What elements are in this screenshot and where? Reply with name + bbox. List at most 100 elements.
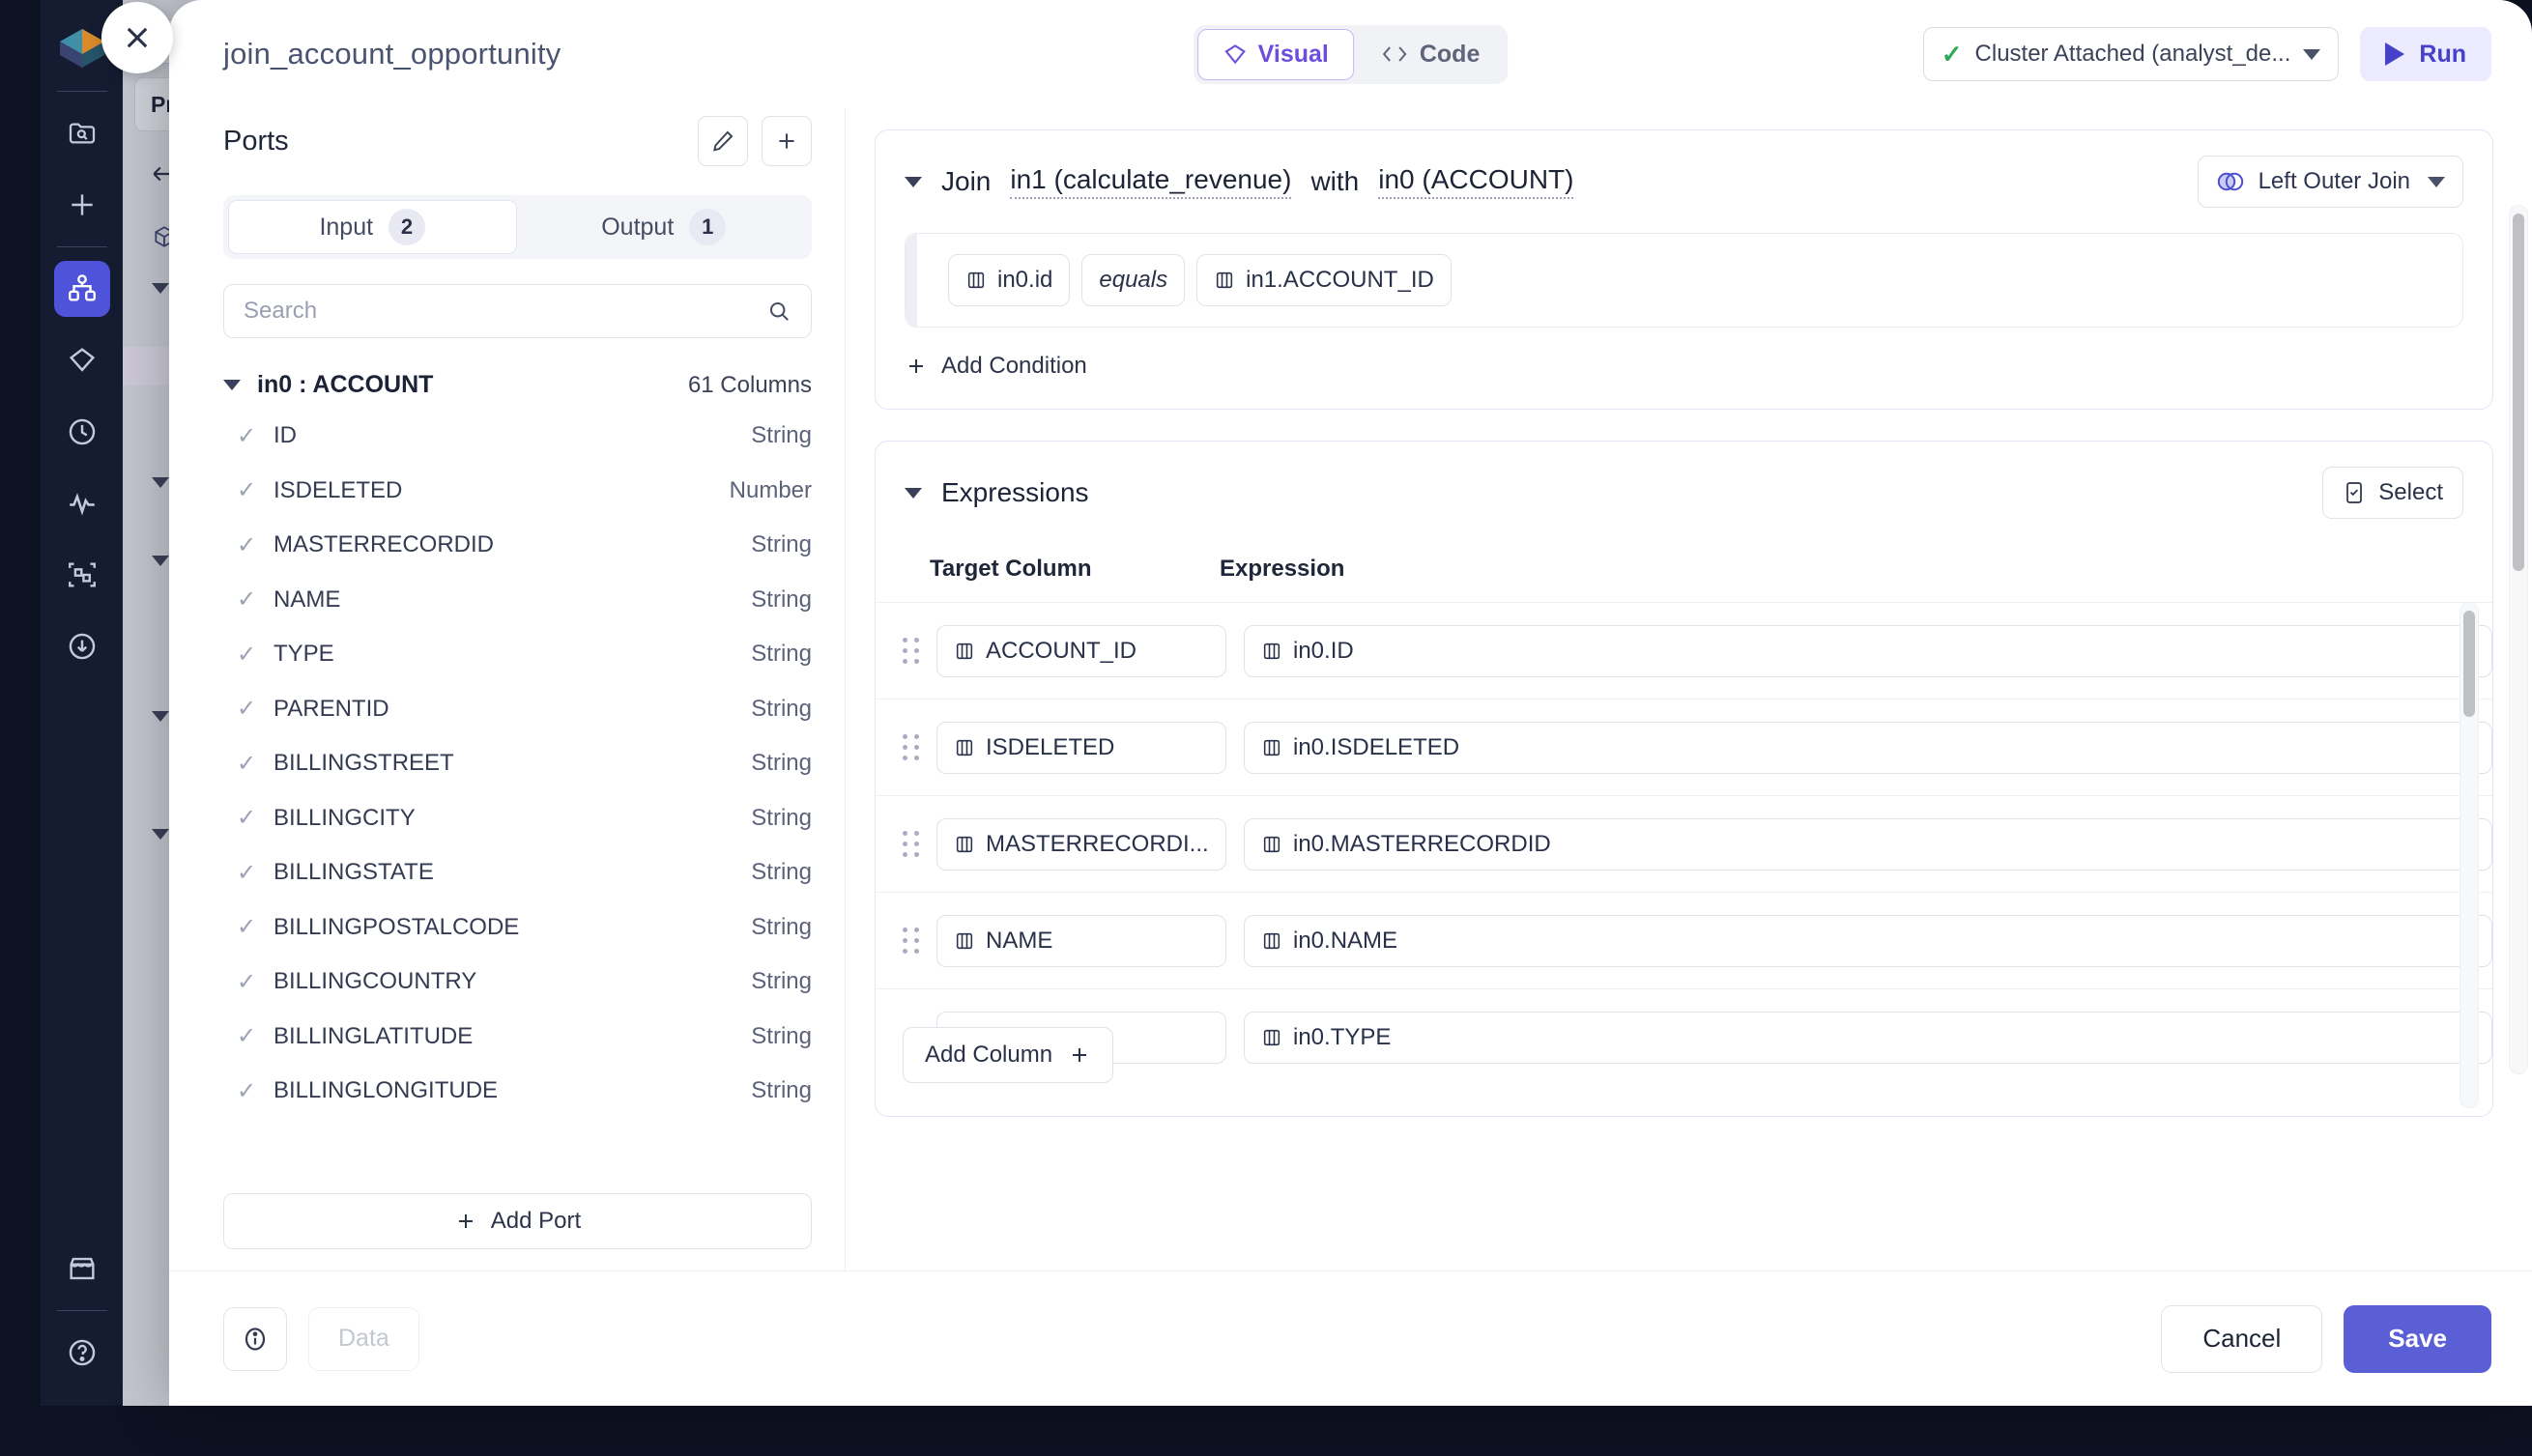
target-field-chip[interactable]: NAME xyxy=(936,914,1226,967)
column-type: String xyxy=(751,968,812,995)
pencil-icon[interactable] xyxy=(698,116,748,166)
plus-icon[interactable] xyxy=(54,177,110,233)
check-icon: ✓ xyxy=(237,641,257,668)
chevron-down-icon xyxy=(152,829,169,840)
condition-left-field[interactable]: in0.id xyxy=(948,254,1071,306)
expressions-scrollbar-thumb[interactable] xyxy=(2463,611,2475,717)
gem-editor-modal: join_account_opportunity Visual Code ✓ C… xyxy=(169,0,2532,1406)
table-row[interactable]: ✓ MASTERRECORDID String xyxy=(223,518,812,573)
pipeline-icon[interactable] xyxy=(53,261,110,317)
column-icon xyxy=(1261,834,1282,855)
port-group-count: 61 Columns xyxy=(687,371,812,398)
table-row[interactable]: NAME in0.NAME xyxy=(876,892,2492,988)
add-port-button[interactable]: Add Port xyxy=(223,1193,812,1249)
run-label: Run xyxy=(2419,40,2466,68)
info-icon[interactable] xyxy=(223,1306,287,1371)
target-field-chip[interactable]: MASTERRECORDI... xyxy=(936,817,1226,871)
select-button[interactable]: Select xyxy=(2322,467,2463,519)
table-row[interactable]: ACCOUNT_ID in0.ID xyxy=(876,602,2492,699)
download-icon[interactable] xyxy=(54,618,110,674)
drag-handle-icon[interactable] xyxy=(903,638,919,664)
chevron-down-icon xyxy=(152,556,169,566)
expression-field-chip[interactable]: in0.MASTERRECORDID xyxy=(1244,817,2492,871)
clock-icon[interactable] xyxy=(54,404,110,460)
canvas-scrollbar-thumb[interactable] xyxy=(2513,214,2524,571)
table-row[interactable]: MASTERRECORDI... in0.MASTERRECORDID xyxy=(876,795,2492,892)
expression-field-label: in0.MASTERRECORDID xyxy=(1293,830,1551,857)
expression-field-chip[interactable]: in0.ISDELETED xyxy=(1244,721,2492,774)
expressions-column-headers: Target Column Expression xyxy=(876,519,2492,583)
chevron-down-icon[interactable] xyxy=(905,487,922,499)
add-condition-button[interactable]: Add Condition xyxy=(905,353,2463,380)
tab-code[interactable]: Code xyxy=(1356,29,1505,80)
target-field-chip[interactable]: ACCOUNT_ID xyxy=(936,624,1226,677)
save-button[interactable]: Save xyxy=(2344,1304,2491,1373)
data-button[interactable]: Data xyxy=(308,1306,419,1371)
drag-handle-icon[interactable] xyxy=(903,831,919,857)
search-input[interactable] xyxy=(244,298,757,325)
table-row[interactable]: ✓ BILLINGLONGITUDE String xyxy=(223,1064,812,1119)
table-row[interactable]: ✓ ID String xyxy=(223,409,812,464)
cluster-selector[interactable]: ✓ Cluster Attached (analyst_de... xyxy=(1922,27,2340,81)
modal-footer: Data Cancel Save xyxy=(169,1270,2532,1406)
join-left-ref[interactable]: in1 (calculate_revenue) xyxy=(1010,164,1292,199)
condition-operator[interactable]: equals xyxy=(1081,254,1186,306)
expression-field-chip[interactable]: in0.NAME xyxy=(1244,914,2492,967)
plus-icon[interactable] xyxy=(762,116,812,166)
tab-output-count: 1 xyxy=(689,209,727,245)
table-row[interactable]: ✓ BILLINGSTREET String xyxy=(223,736,812,791)
expressions-scrollbar[interactable] xyxy=(2460,602,2479,1108)
store-icon[interactable] xyxy=(54,1241,110,1297)
table-row[interactable]: ✓ BILLINGCITY String xyxy=(223,791,812,846)
column-type: Number xyxy=(729,476,812,503)
drag-handle-icon[interactable] xyxy=(903,734,919,760)
condition-chips: in0.id equals in1.ACCOUNT_ID xyxy=(906,254,1452,306)
column-type: String xyxy=(751,641,812,668)
table-row[interactable]: ✓ TYPE String xyxy=(223,627,812,682)
join-right-ref[interactable]: in0 (ACCOUNT) xyxy=(1378,164,1574,199)
run-button[interactable]: Run xyxy=(2360,27,2491,81)
chevron-down-icon[interactable] xyxy=(905,176,922,187)
expression-field-chip[interactable]: in0.ID xyxy=(1244,624,2492,677)
tab-input-count: 2 xyxy=(388,209,426,245)
table-row[interactable]: ✓ NAME String xyxy=(223,573,812,628)
help-icon[interactable] xyxy=(54,1325,110,1381)
target-cell: MASTERRECORDI... xyxy=(936,817,1226,871)
header-right: ✓ Cluster Attached (analyst_de... Run xyxy=(1922,27,2491,81)
drag-handle-icon[interactable] xyxy=(903,928,919,954)
table-row[interactable]: ✓ BILLINGLATITUDE String xyxy=(223,1010,812,1065)
table-row[interactable]: ✓ BILLINGSTATE String xyxy=(223,845,812,900)
tab-visual[interactable]: Visual xyxy=(1196,28,1354,80)
close-modal-button[interactable] xyxy=(101,2,173,73)
cancel-button[interactable]: Cancel xyxy=(2161,1304,2323,1373)
add-column-button[interactable]: Add Column xyxy=(903,1027,1114,1083)
column-icon xyxy=(1261,737,1282,758)
port-group-in0[interactable]: in0 : ACCOUNT 61 Columns xyxy=(223,371,812,399)
folder-search-icon[interactable] xyxy=(54,105,110,161)
tab-visual-label: Visual xyxy=(1257,40,1329,68)
condition-right-field[interactable]: in1.ACCOUNT_ID xyxy=(1196,254,1452,306)
column-name: BILLINGCOUNTRY xyxy=(273,968,477,995)
canvas-scrollbar[interactable] xyxy=(2509,205,2528,1074)
gem-icon[interactable] xyxy=(54,332,110,388)
expression-field-chip[interactable]: in0.TYPE xyxy=(1244,1011,2492,1064)
expression-cell: in0.TYPE xyxy=(1244,1011,2492,1064)
column-name: BILLINGSTREET xyxy=(273,750,454,777)
table-row[interactable]: ✓ BILLINGCOUNTRY String xyxy=(223,955,812,1010)
app-logo-icon xyxy=(55,21,109,75)
table-row[interactable]: ISDELETED in0.ISDELETED xyxy=(876,699,2492,795)
save-label: Save xyxy=(2388,1324,2447,1353)
table-row[interactable]: ✓ ISDELETED Number xyxy=(223,464,812,519)
tab-input[interactable]: Input 2 xyxy=(228,200,517,254)
table-row[interactable]: in0.TYPE xyxy=(876,988,2492,1085)
table-row[interactable]: ✓ BILLINGPOSTALCODE String xyxy=(223,900,812,956)
ports-search[interactable] xyxy=(223,284,812,338)
table-row[interactable]: ✓ PARENTID String xyxy=(223,682,812,737)
activity-icon[interactable] xyxy=(54,475,110,531)
graph-icon[interactable] xyxy=(54,547,110,603)
target-field-chip[interactable]: ISDELETED xyxy=(936,721,1226,774)
tab-output[interactable]: Output 1 xyxy=(521,200,808,254)
column-name: PARENTID xyxy=(273,695,389,722)
target-field-label: NAME xyxy=(986,927,1053,954)
join-type-selector[interactable]: Left Outer Join xyxy=(2197,156,2463,208)
